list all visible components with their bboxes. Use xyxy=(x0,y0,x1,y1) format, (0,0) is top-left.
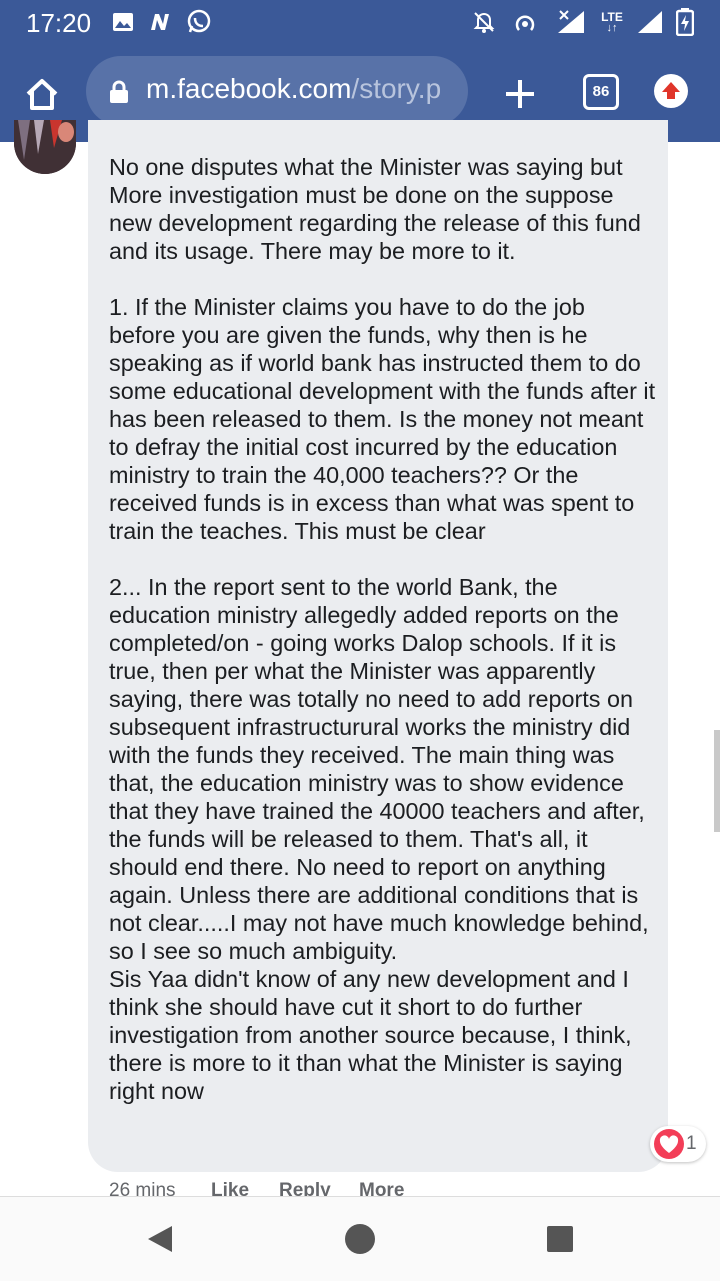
reaction-summary[interactable]: 1 xyxy=(650,1126,706,1162)
lte-icon: LTE ↓↑ xyxy=(601,9,623,34)
recents-square-icon[interactable] xyxy=(544,1223,576,1255)
comment-timestamp: 26 mins xyxy=(109,1180,176,1196)
like-button[interactable]: Like xyxy=(211,1180,249,1196)
home-circle-icon[interactable] xyxy=(344,1223,376,1255)
plus-icon[interactable] xyxy=(500,74,540,114)
mute-icon xyxy=(472,10,496,34)
navigation-bar xyxy=(0,1196,720,1281)
lte-label: LTE xyxy=(601,9,623,24)
signal-icon xyxy=(556,10,586,34)
gallery-icon xyxy=(112,10,134,34)
comment-text: No one disputes what the Minister was sa… xyxy=(109,154,656,1104)
avatar[interactable] xyxy=(14,120,76,174)
url-path: /story.p xyxy=(351,73,442,104)
url-text: m.facebook.com/story.p xyxy=(146,73,441,105)
back-icon[interactable] xyxy=(144,1223,176,1255)
update-arrow-icon[interactable] xyxy=(654,74,688,108)
tabs-icon[interactable]: 86 xyxy=(583,74,619,110)
battery-icon xyxy=(676,8,694,36)
url-bar[interactable]: m.facebook.com/story.p xyxy=(86,56,468,126)
status-bar: 17:20 LTE ↓↑ xyxy=(0,0,720,44)
status-time: 17:20 xyxy=(26,8,92,38)
lock-icon xyxy=(108,80,130,104)
reaction-count: 1 xyxy=(686,1133,697,1154)
n-app-icon xyxy=(148,10,172,34)
love-reaction-icon xyxy=(654,1129,684,1159)
reply-button[interactable]: Reply xyxy=(279,1180,331,1196)
more-button[interactable]: More xyxy=(359,1180,404,1196)
comment-actions: 26 mins Like Reply More xyxy=(0,1174,720,1196)
scrollbar[interactable] xyxy=(714,730,720,832)
hotspot-icon xyxy=(512,10,538,34)
url-host: m.facebook.com xyxy=(146,73,352,104)
home-icon[interactable] xyxy=(22,74,62,114)
whatsapp-icon xyxy=(186,9,212,34)
signal-strength-icon xyxy=(636,10,664,34)
